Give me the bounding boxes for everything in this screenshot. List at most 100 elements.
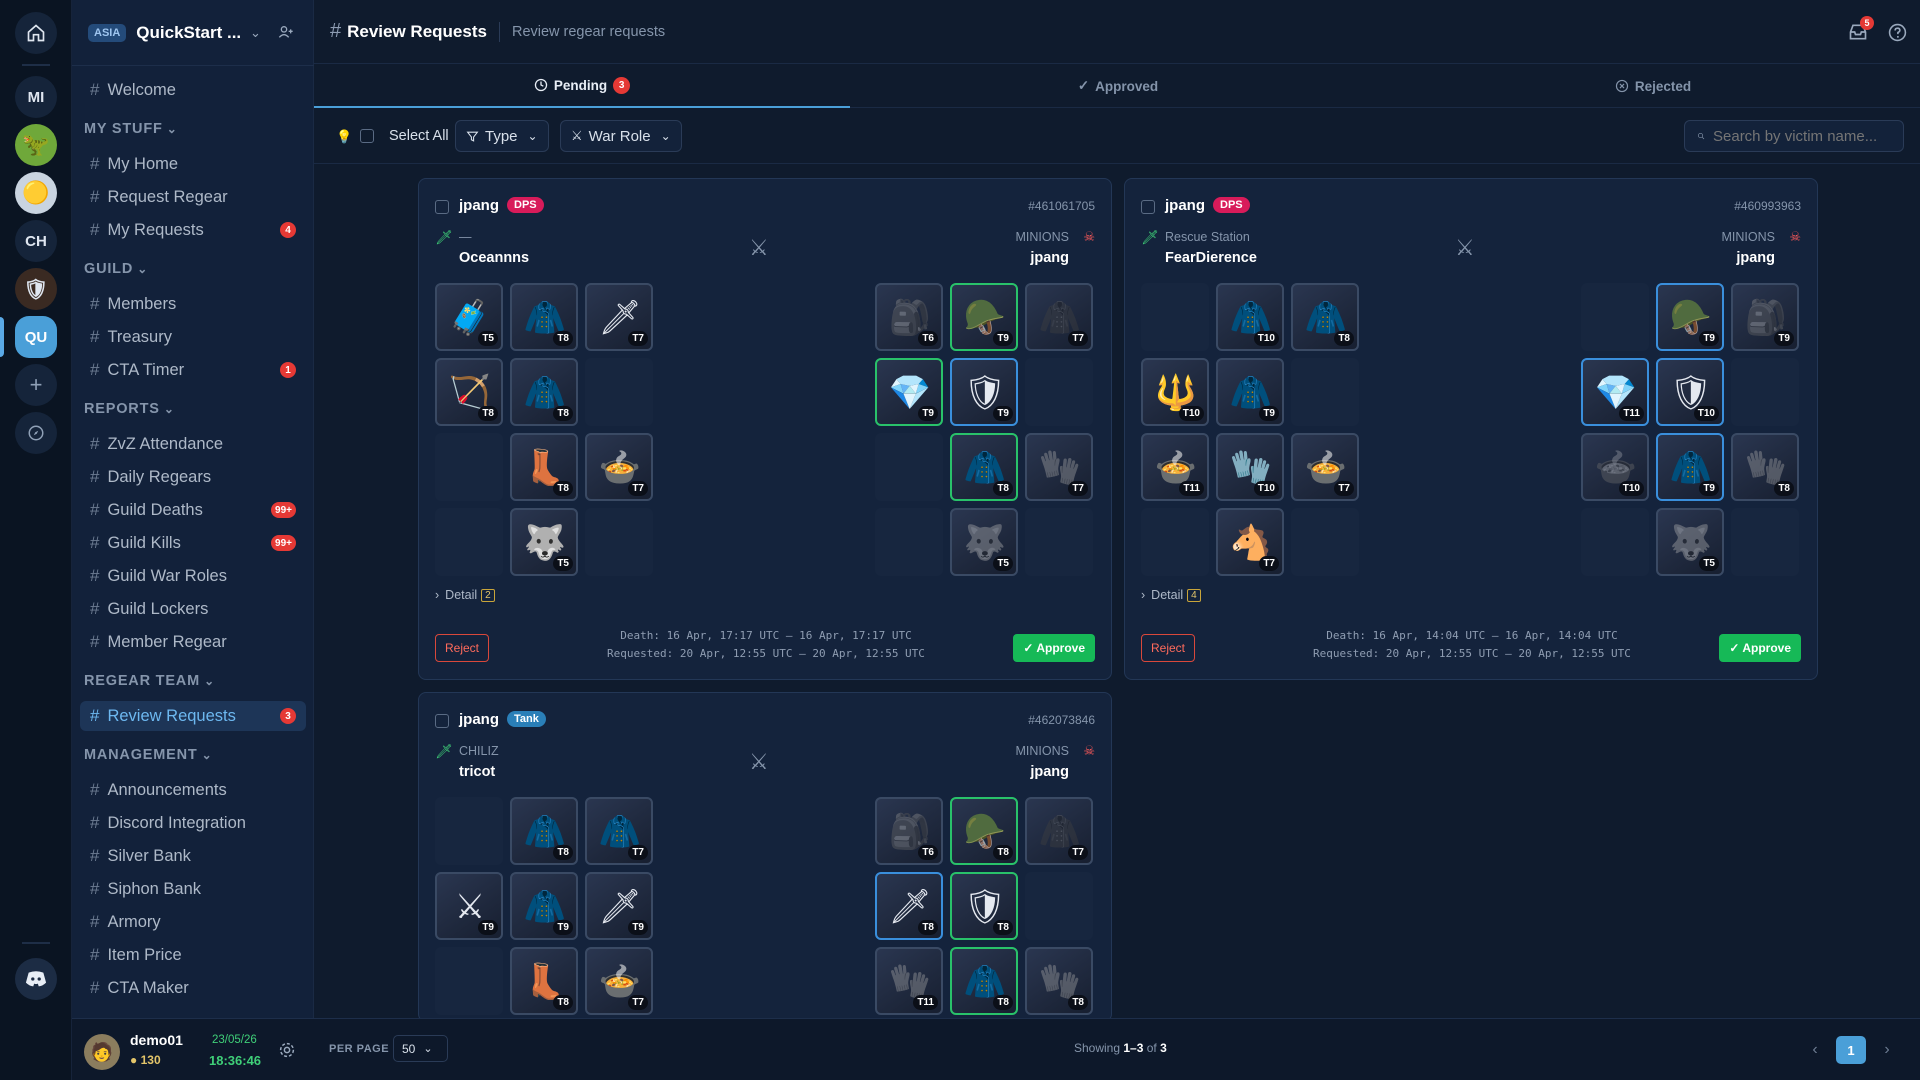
sidebar-item-armory[interactable]: # Armory bbox=[80, 907, 306, 937]
victim-gear-slot[interactable]: 🪖 T9 bbox=[950, 283, 1018, 351]
card-select-checkbox[interactable] bbox=[435, 714, 449, 728]
select-all-label[interactable]: Select All bbox=[389, 128, 449, 144]
inbox-button[interactable]: 5 bbox=[1848, 16, 1874, 42]
victim-gear-slot[interactable]: 🗡 T8 bbox=[875, 872, 943, 940]
victim-gear-slot[interactable]: 💎 T9 bbox=[875, 358, 943, 426]
killer-gear-slot[interactable]: 🧳 T5 bbox=[435, 283, 503, 351]
victim-gear-slot[interactable]: 🧤 T7 bbox=[1025, 433, 1093, 501]
search-input[interactable] bbox=[1713, 127, 1893, 145]
card-select-checkbox[interactable] bbox=[1141, 200, 1155, 214]
sidebar-item-announcements[interactable]: # Announcements bbox=[80, 775, 306, 805]
killer-gear-slot[interactable]: 🐴 T7 bbox=[1216, 508, 1284, 576]
section-header-management[interactable]: MANAGEMENT ⌄ bbox=[84, 747, 213, 763]
add-server-button[interactable]: + bbox=[15, 364, 57, 406]
victim-gear-slot[interactable]: 🧥 T7 bbox=[1025, 797, 1093, 865]
killer-gear-slot[interactable]: 🧥 T8 bbox=[1291, 283, 1359, 351]
killer-gear-slot[interactable]: 👢 T8 bbox=[510, 947, 578, 1015]
select-all-checkbox[interactable] bbox=[360, 129, 374, 143]
sidebar-item-cta-maker[interactable]: # CTA Maker bbox=[80, 973, 306, 1003]
explore-button[interactable] bbox=[15, 412, 57, 454]
sidebar-item-silver-bank[interactable]: # Silver Bank bbox=[80, 841, 306, 871]
sidebar-item-guild-kills[interactable]: # Guild Kills 99+ bbox=[80, 528, 306, 558]
killer-gear-slot[interactable]: 👢 T8 bbox=[510, 433, 578, 501]
prev-page-button[interactable]: ‹ bbox=[1802, 1037, 1828, 1063]
killer-gear-slot[interactable]: 🧥 T8 bbox=[510, 358, 578, 426]
sidebar-item-welcome[interactable]: # Welcome bbox=[80, 75, 306, 105]
victim-gear-slot[interactable]: 🪖 T8 bbox=[950, 797, 1018, 865]
sidebar-item-treasury[interactable]: # Treasury bbox=[80, 322, 306, 352]
killer-gear-slot[interactable]: 🍲 T11 bbox=[1141, 433, 1209, 501]
sidebar-item-cta-timer[interactable]: # CTA Timer 1 bbox=[80, 355, 306, 385]
victim-gear-slot[interactable]: 🍲 T10 bbox=[1581, 433, 1649, 501]
workspace-header[interactable]: ASIA QuickStart ... ⌄ bbox=[72, 0, 314, 66]
sidebar-item-guild-deaths[interactable]: # Guild Deaths 99+ bbox=[80, 495, 306, 525]
section-header-guild[interactable]: GUILD ⌄ bbox=[84, 261, 148, 277]
sidebar-item-request-regear[interactable]: # Request Regear bbox=[80, 182, 306, 212]
add-user-icon[interactable] bbox=[278, 24, 294, 40]
victim-gear-slot[interactable]: 🧤 T8 bbox=[1731, 433, 1799, 501]
sidebar-item-daily-regears[interactable]: # Daily Regears bbox=[80, 462, 306, 492]
server-ch[interactable]: CH bbox=[15, 220, 57, 262]
killer-gear-slot[interactable]: 🏹 T8 bbox=[435, 358, 503, 426]
detail-toggle[interactable]: › Detail 2 bbox=[435, 588, 495, 602]
killer-gear-slot[interactable]: 🗡 T9 bbox=[585, 872, 653, 940]
killer-gear-slot[interactable]: 🍲 T7 bbox=[1291, 433, 1359, 501]
gear-icon[interactable] bbox=[278, 1041, 296, 1059]
server-avatar-dino[interactable]: 🦖 bbox=[15, 124, 57, 166]
victim-gear-slot[interactable]: 🧤 T8 bbox=[1025, 947, 1093, 1015]
discord-button[interactable] bbox=[15, 958, 57, 1000]
killer-gear-slot[interactable]: 🧥 T7 bbox=[585, 797, 653, 865]
card-select-checkbox[interactable] bbox=[435, 200, 449, 214]
killer-gear-slot[interactable]: ⚔ T9 bbox=[435, 872, 503, 940]
next-page-button[interactable]: › bbox=[1874, 1037, 1900, 1063]
page-1-button[interactable]: 1 bbox=[1836, 1036, 1866, 1064]
sidebar-item-member-regear[interactable]: # Member Regear bbox=[80, 627, 306, 657]
killer-gear-slot[interactable]: 🗡 T7 bbox=[585, 283, 653, 351]
server-qu[interactable]: QU bbox=[15, 316, 57, 358]
victim-gear-slot[interactable]: 🧥 T8 bbox=[950, 947, 1018, 1015]
home-button[interactable] bbox=[15, 12, 57, 54]
chevron-down-icon[interactable]: ⌄ bbox=[250, 25, 261, 41]
victim-gear-slot[interactable]: 💎 T11 bbox=[1581, 358, 1649, 426]
server-avatar-minion[interactable]: 🟡 bbox=[15, 172, 57, 214]
victim-gear-slot[interactable]: 🐺 T5 bbox=[1656, 508, 1724, 576]
victim-gear-slot[interactable]: 🐺 T5 bbox=[950, 508, 1018, 576]
victim-gear-slot[interactable]: 🛡 T8 bbox=[950, 872, 1018, 940]
server-mi[interactable]: MI bbox=[15, 76, 57, 118]
tab-approved[interactable]: ✓ Approved bbox=[850, 64, 1386, 108]
killer-gear-slot[interactable]: 🐺 T5 bbox=[510, 508, 578, 576]
tab-rejected[interactable]: Rejected bbox=[1386, 64, 1920, 108]
sidebar-item-zvz-attendance[interactable]: # ZvZ Attendance bbox=[80, 429, 306, 459]
sidebar-item-siphon-bank[interactable]: # Siphon Bank bbox=[80, 874, 306, 904]
sidebar-item-review-requests[interactable]: # Review Requests 3 bbox=[80, 701, 306, 731]
killer-gear-slot[interactable]: 🧥 T8 bbox=[510, 797, 578, 865]
killer-gear-slot[interactable]: 🧥 T9 bbox=[1216, 358, 1284, 426]
sidebar-item-discord-integration[interactable]: # Discord Integration bbox=[80, 808, 306, 838]
victim-gear-slot[interactable]: 🧥 T8 bbox=[950, 433, 1018, 501]
victim-gear-slot[interactable]: 🎒 T9 bbox=[1731, 283, 1799, 351]
sidebar-item-my-requests[interactable]: # My Requests 4 bbox=[80, 215, 306, 245]
tab-pending[interactable]: Pending 3 bbox=[314, 64, 850, 108]
victim-gear-slot[interactable]: 🛡 T10 bbox=[1656, 358, 1724, 426]
per-page-select[interactable]: 50 ⌄ bbox=[393, 1035, 448, 1062]
sidebar-item-my-home[interactable]: # My Home bbox=[80, 149, 306, 179]
victim-gear-slot[interactable]: 🧥 T7 bbox=[1025, 283, 1093, 351]
victim-search[interactable] bbox=[1684, 120, 1904, 152]
victim-gear-slot[interactable]: 🛡 T9 bbox=[950, 358, 1018, 426]
killer-gear-slot[interactable]: 🧥 T9 bbox=[510, 872, 578, 940]
sidebar-item-item-price[interactable]: # Item Price bbox=[80, 940, 306, 970]
killer-gear-slot[interactable]: 🍲 T7 bbox=[585, 947, 653, 1015]
victim-gear-slot[interactable]: 🎒 T6 bbox=[875, 283, 943, 351]
sidebar-item-members[interactable]: # Members bbox=[80, 289, 306, 319]
user-avatar[interactable]: 🧑 bbox=[84, 1034, 120, 1070]
victim-gear-slot[interactable]: 🧥 T9 bbox=[1656, 433, 1724, 501]
killer-gear-slot[interactable]: 🍲 T7 bbox=[585, 433, 653, 501]
server-avatar-game[interactable]: 🛡 bbox=[15, 268, 57, 310]
killer-gear-slot[interactable]: 🧥 T8 bbox=[510, 283, 578, 351]
bulb-icon[interactable]: 💡 bbox=[336, 129, 352, 145]
help-icon[interactable] bbox=[1888, 23, 1907, 42]
victim-gear-slot[interactable]: 🪖 T9 bbox=[1656, 283, 1724, 351]
section-header-reports[interactable]: REPORTS ⌄ bbox=[84, 401, 175, 417]
sidebar-item-guild-war-roles[interactable]: # Guild War Roles bbox=[80, 561, 306, 591]
sidebar-item-guild-lockers[interactable]: # Guild Lockers bbox=[80, 594, 306, 624]
